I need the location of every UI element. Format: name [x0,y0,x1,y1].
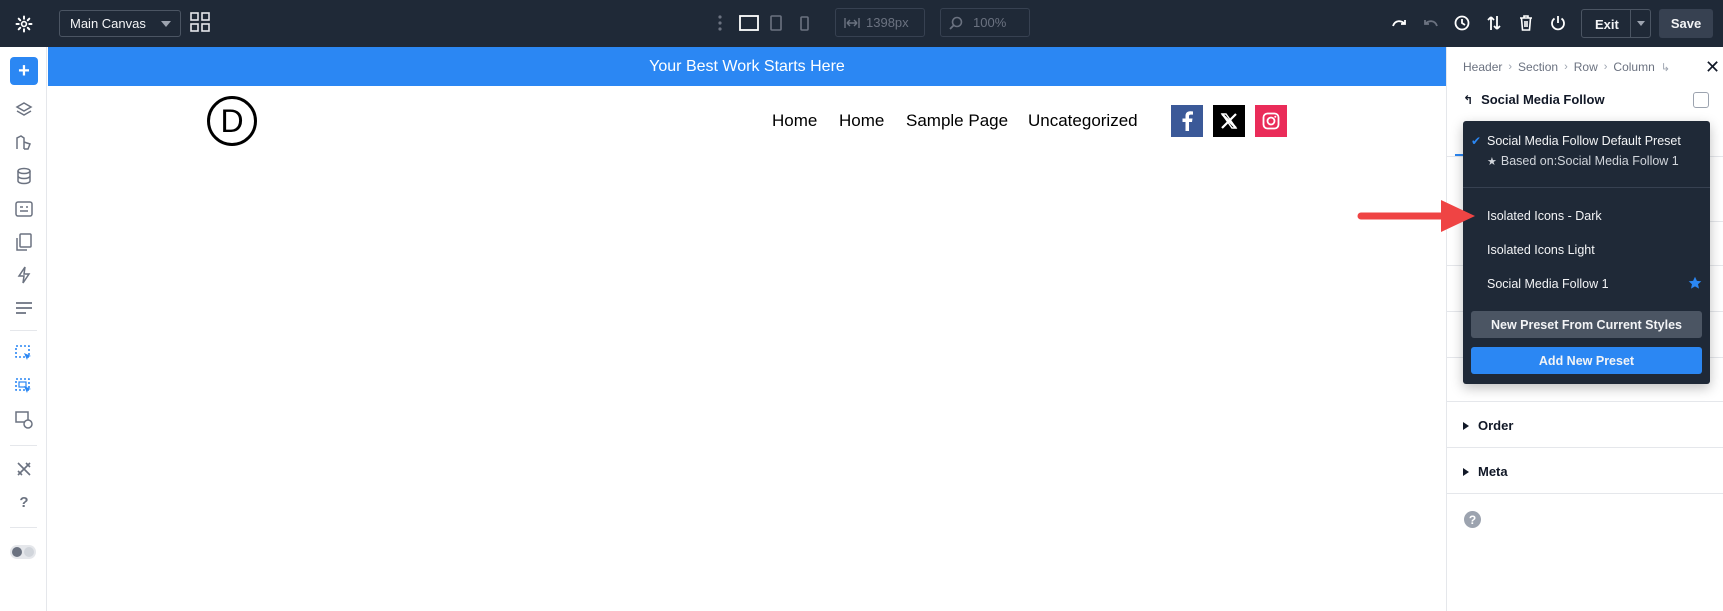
dropdown-divider [1463,187,1710,188]
new-preset-from-current-button[interactable]: New Preset From Current Styles [1471,311,1702,338]
breadcrumb: Header › Section › Row › Column ↳ [1463,60,1670,74]
nav-link-home-2[interactable]: Home [839,111,884,131]
pages-icon[interactable] [13,231,35,253]
tablet-view-icon[interactable] [768,13,784,33]
exit-button-label: Exit [1595,17,1619,32]
gear-icon[interactable] [10,10,37,37]
star-icon: ★ [1487,155,1497,168]
tools-icon[interactable] [13,458,35,480]
panel-divider [1447,401,1723,402]
nav-link-sample-page[interactable]: Sample Page [906,111,1008,131]
zoom-field[interactable]: 100% [940,8,1030,37]
logo-letter: D [220,102,244,139]
preset-item-social-media-follow-1[interactable]: Social Media Follow 1 [1487,277,1609,291]
banner-text: Your Best Work Starts Here [649,57,845,75]
nav-link-home[interactable]: Home [772,111,817,131]
preview-settings-icon[interactable] [13,409,35,431]
star-icon[interactable] [1688,276,1702,295]
multi-select-icon[interactable] [13,376,35,398]
help-circle-icon[interactable]: ? [1464,511,1481,528]
preset-dropdown: ✔ Social Media Follow Default Preset ★ B… [1463,121,1710,384]
facebook-icon[interactable] [1171,105,1203,137]
sidebar-divider [10,527,37,528]
section-order-label: Order [1478,418,1514,433]
width-arrows-icon [844,17,860,29]
width-value: 1398px [866,15,909,30]
back-arrow-icon[interactable]: ↰ [1463,93,1473,107]
builder-root: Main Canvas 1398px 100% Exit Save + ? Yo… [0,0,1723,611]
layers-icon[interactable] [13,99,35,121]
list-icon[interactable] [13,297,35,319]
section-meta[interactable]: Meta [1463,464,1508,479]
chevron-down-icon [161,21,171,27]
left-sidebar: + ? [0,47,47,611]
lightning-icon[interactable] [13,264,35,286]
preset-toggle-icon[interactable] [1693,92,1709,108]
exit-button[interactable]: Exit [1581,9,1651,38]
phone-view-icon[interactable] [797,13,811,33]
form-icon[interactable] [13,198,35,220]
sidebar-divider [10,330,37,331]
panel-divider [1447,493,1723,494]
toggle-knob-icon [12,547,22,557]
nav-link-uncategorized[interactable]: Uncategorized [1028,111,1138,131]
click-select-icon[interactable] [13,343,35,365]
module-title[interactable]: ↰ Social Media Follow [1463,92,1605,107]
toggle-knob-icon [24,547,34,557]
exit-divider [1630,10,1631,37]
zoom-value: 100% [973,15,1007,30]
width-field[interactable]: 1398px [835,8,925,37]
caret-right-icon [1463,421,1469,430]
chevron-right-icon: › [1508,61,1513,73]
power-icon[interactable] [1547,13,1569,33]
database-icon[interactable] [13,165,35,187]
preset-based-on-text: Based on:Social Media Follow 1 [1500,154,1679,168]
panel-divider [1447,447,1723,448]
close-icon[interactable]: ✕ [1705,57,1720,78]
undo-icon[interactable] [1388,13,1410,33]
add-new-preset-button[interactable]: Add New Preset [1471,347,1702,374]
portability-icon[interactable] [1483,13,1505,33]
desktop-view-icon[interactable] [738,13,760,33]
section-order[interactable]: Order [1463,418,1513,433]
preset-item-isolated-icons-dark[interactable]: Isolated Icons - Dark [1487,209,1602,223]
breadcrumb-row[interactable]: Row [1574,60,1598,74]
module-title-text: Social Media Follow [1481,92,1605,107]
breadcrumb-section[interactable]: Section [1518,60,1558,74]
chevron-right-icon: › [1603,61,1608,73]
kebab-icon[interactable] [714,13,726,33]
help-icon[interactable]: ? [13,491,35,513]
zoom-icon [949,16,963,30]
redo-icon[interactable] [1420,13,1442,33]
theme-toggle[interactable] [10,545,36,559]
add-module-button[interactable]: + [10,57,38,85]
caret-right-icon [1463,467,1469,476]
grid-layout-icon[interactable] [190,12,212,34]
return-arrow-icon: ↳ [1660,61,1670,74]
trash-icon[interactable] [1515,13,1537,33]
x-twitter-icon[interactable] [1213,105,1245,137]
top-toolbar: Main Canvas 1398px 100% Exit Save [0,0,1723,47]
header-banner[interactable]: Your Best Work Starts Here [48,47,1446,86]
chevron-right-icon: › [1564,61,1568,73]
breadcrumb-column[interactable]: Column [1613,60,1654,74]
save-button[interactable]: Save [1659,9,1713,38]
preset-item-isolated-icons-light[interactable]: Isolated Icons Light [1487,243,1595,257]
breadcrumb-header[interactable]: Header [1463,60,1502,74]
section-meta-label: Meta [1478,464,1508,479]
preset-based-on: ★ Based on:Social Media Follow 1 [1487,154,1679,168]
annotation-arrow-icon [1357,198,1477,239]
checkmark-icon: ✔ [1471,134,1482,148]
chevron-down-icon[interactable] [1637,21,1645,26]
instagram-icon[interactable] [1255,105,1287,137]
canvas-select-label: Main Canvas [70,16,146,31]
history-icon[interactable] [1451,13,1473,33]
canvas-select[interactable]: Main Canvas [59,10,181,37]
sidebar-divider [10,445,37,446]
design-library-icon[interactable] [13,132,35,154]
site-logo[interactable]: D [207,96,257,146]
preset-default[interactable]: Social Media Follow Default Preset [1487,134,1681,148]
